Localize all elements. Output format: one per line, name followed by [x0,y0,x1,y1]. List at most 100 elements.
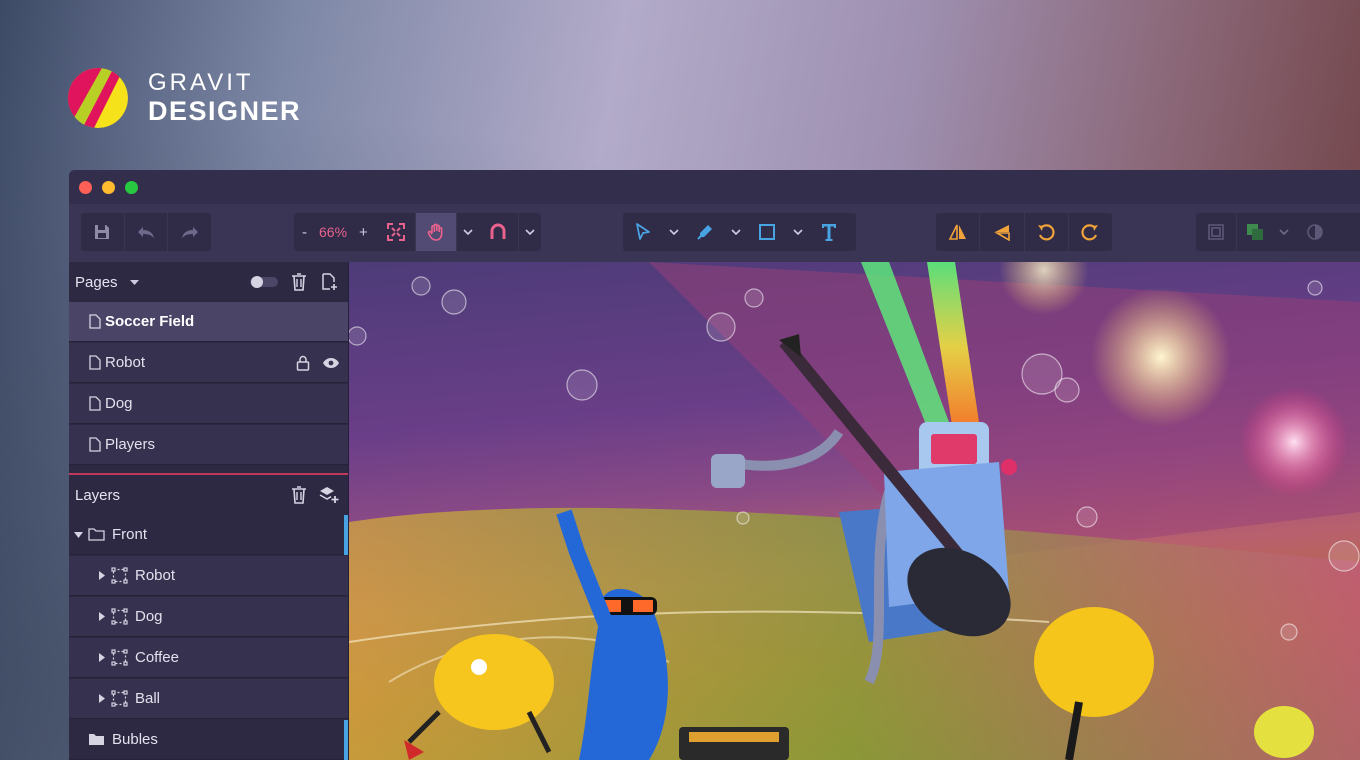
page-item[interactable]: Dog [69,384,348,424]
caret-right-icon[interactable] [99,653,105,662]
page-icon [89,355,101,370]
folder-icon [88,528,105,541]
rectangle-tool-dropdown[interactable] [787,213,809,251]
pen-tool-dropdown[interactable] [725,213,747,251]
caret-right-icon[interactable] [99,694,105,703]
text-tool-button[interactable] [809,213,849,251]
delete-page-button[interactable] [291,273,307,295]
page-item[interactable]: Robot [69,343,348,383]
pointer-tool-button[interactable] [623,213,663,251]
layer-row[interactable]: Dog [69,597,348,637]
caret-right-icon[interactable] [99,571,105,580]
magnet-icon [490,223,506,239]
page-item[interactable]: Soccer Field [69,302,348,342]
pen-icon [697,225,712,240]
page-label: Players [105,436,156,453]
brand-line2: DESIGNER [148,96,302,126]
zoom-out-button[interactable]: - [294,224,315,241]
page-icon [89,437,101,452]
file-tools-group [81,213,211,251]
app-window: - 66% + Pages Soccer Field Robot Dog Pla… [69,170,1360,760]
page-item[interactable]: Players [69,425,348,465]
pen-tool-button[interactable] [685,213,725,251]
zoom-in-button[interactable]: + [351,224,376,241]
chevron-down-icon [525,229,535,235]
layer-row[interactable]: Bubles [69,720,348,760]
undo-icon [138,227,154,238]
fit-screen-button[interactable] [376,213,417,251]
chevron-down-icon [463,229,473,235]
snap-button[interactable] [479,213,520,251]
rectangle-icon [759,224,775,240]
caret-right-icon[interactable] [99,612,105,621]
undo-button[interactable] [125,213,169,251]
pages-toggle[interactable] [249,274,279,294]
mask-button[interactable] [1295,213,1335,251]
selection-indicator [344,515,348,555]
add-layer-button[interactable] [319,486,339,508]
hand-tool-button[interactable] [416,213,457,251]
boolean-button[interactable] [1237,213,1273,251]
eye-icon[interactable] [322,357,340,369]
text-icon [822,224,836,241]
artwork-illustration [349,262,1360,760]
layer-label: Ball [135,690,161,707]
layer-row[interactable]: Front [69,515,348,555]
selection-indicator [344,720,348,760]
rotate-right-icon [1081,224,1099,241]
delete-layer-button[interactable] [291,486,307,508]
minimize-window-button[interactable] [102,181,115,194]
layer-row[interactable]: Coffee [69,638,348,678]
layer-row[interactable]: Robot [69,556,348,596]
brand-logo: GRAVIT DESIGNER [68,68,301,128]
pages-dropdown[interactable] [129,279,139,285]
close-window-button[interactable] [79,181,92,194]
layer-label: Dog [135,608,163,625]
boolean-icon [1247,224,1263,240]
flip-horizontal-icon [948,224,966,240]
chevron-down-icon [1279,229,1289,235]
maximize-window-button[interactable] [125,181,138,194]
save-button[interactable] [81,213,125,251]
group-layer-icon [111,649,128,666]
toggle-icon [250,276,278,288]
drawing-tools-group [623,213,856,251]
group-icon [1208,224,1224,240]
pages-title: Pages [75,273,118,291]
redo-button[interactable] [168,213,211,251]
hand-icon [427,223,443,241]
page-label: Robot [105,354,146,371]
pointer-tool-dropdown[interactable] [663,213,685,251]
toolbar: - 66% + [69,204,1360,262]
rotate-left-icon [1038,224,1055,241]
add-layer-icon [319,487,339,503]
flip-horizontal-button[interactable] [936,213,981,251]
layers-title: Layers [75,486,121,504]
rotate-right-button[interactable] [1069,213,1112,251]
gravit-logo-icon [68,68,128,128]
mask-icon [1307,224,1323,240]
sidebar: Pages Soccer Field Robot Dog Players Lay… [69,262,349,760]
boolean-dropdown[interactable] [1273,213,1295,251]
add-page-button[interactable] [321,273,339,295]
layer-row[interactable]: Ball [69,679,348,719]
caret-down-icon[interactable] [74,531,83,538]
folder-icon [88,733,105,746]
flip-vertical-button[interactable] [980,213,1025,251]
zoom-level[interactable]: 66% [315,224,351,240]
hand-tool-dropdown[interactable] [457,213,479,251]
rectangle-tool-button[interactable] [747,213,787,251]
rotate-left-button[interactable] [1025,213,1069,251]
page-label: Soccer Field [105,313,195,330]
add-page-icon [322,273,337,290]
snap-dropdown[interactable] [519,213,541,251]
design-canvas[interactable] [349,262,1360,760]
chevron-down-icon [731,229,741,235]
arrange-tools-group [1196,213,1360,251]
pointer-icon [636,223,650,240]
group-button[interactable] [1196,213,1237,251]
group-layer-icon [111,690,128,707]
lock-icon[interactable] [296,355,310,371]
layer-label: Bubles [112,731,158,748]
pages-header: Pages [69,262,348,302]
